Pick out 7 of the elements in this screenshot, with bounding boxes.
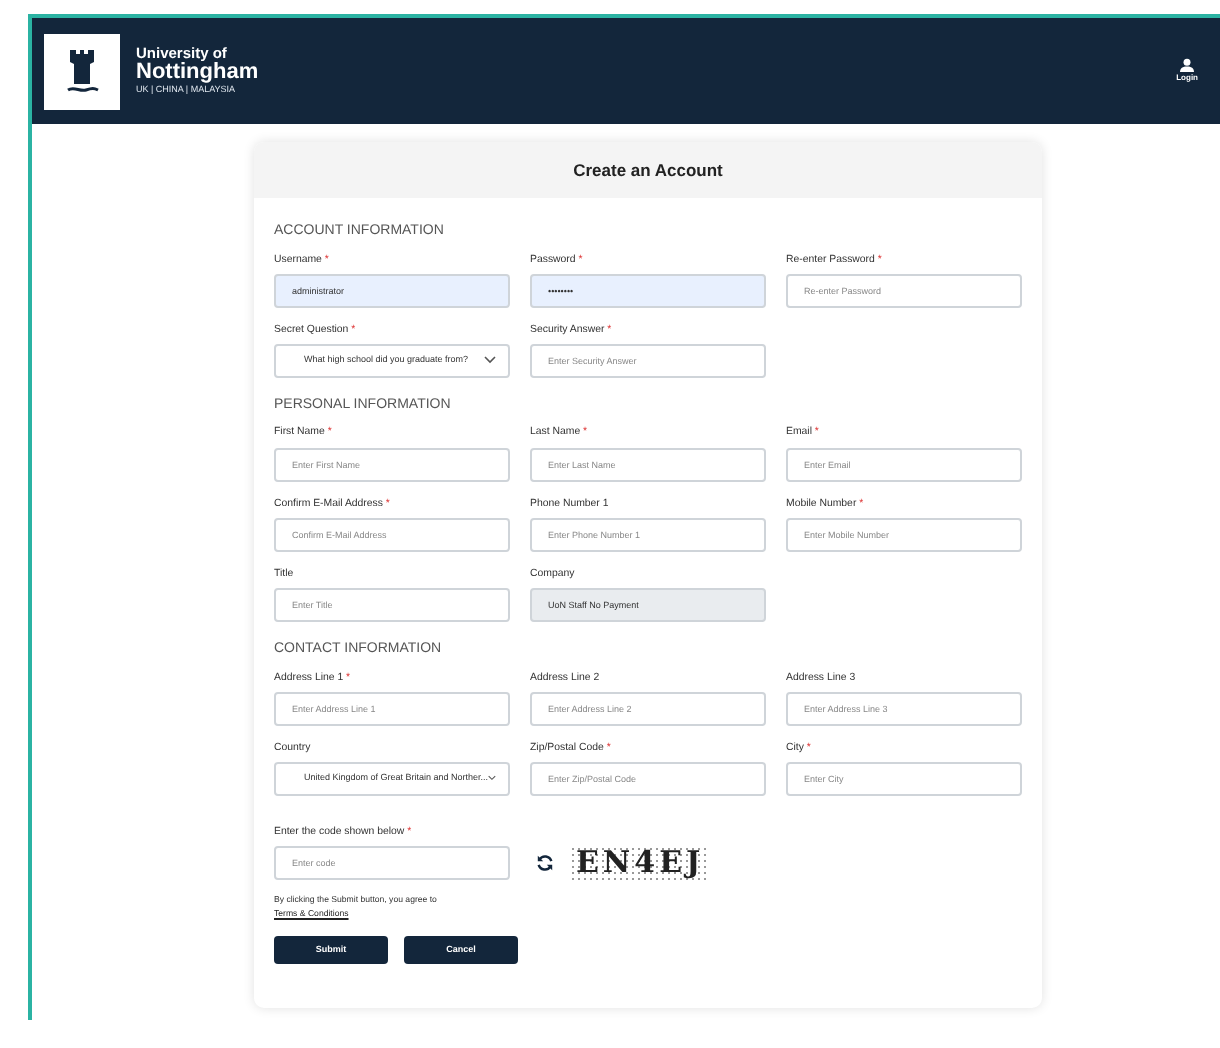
captcha-image: EN4EJ [570,846,711,881]
user-icon [1180,58,1195,72]
logo-text: Nottingham [136,60,259,85]
card-title: Create an Account [573,157,723,183]
chevron-down-icon [484,356,496,365]
refresh-icon[interactable] [536,854,554,873]
tower-icon [62,47,102,95]
